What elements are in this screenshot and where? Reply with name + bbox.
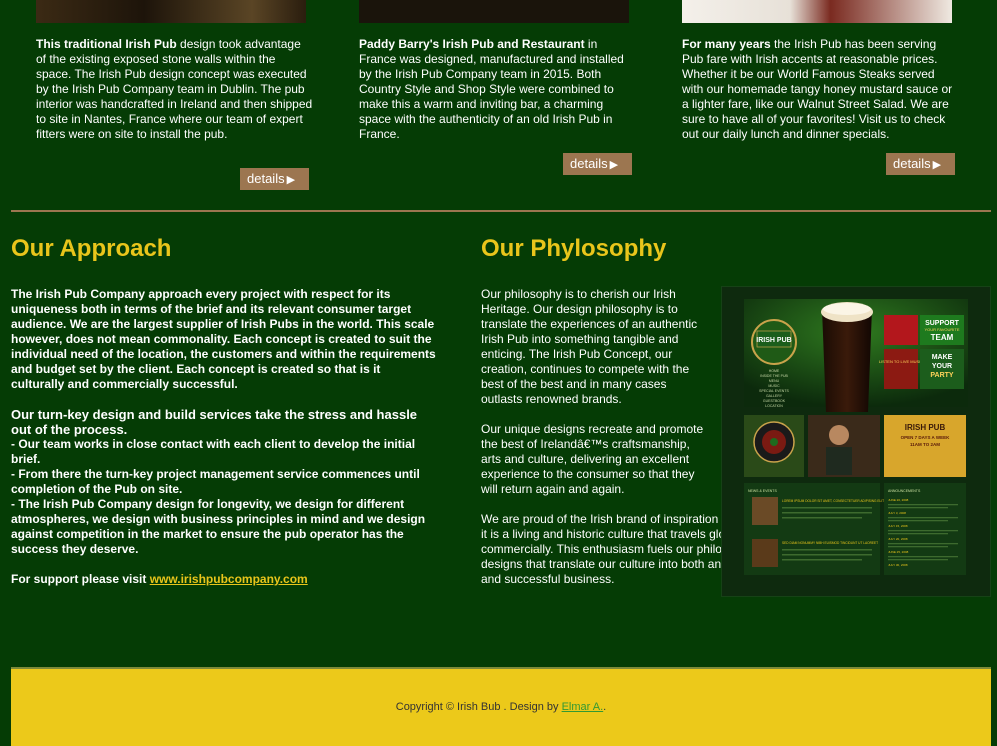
details-label: details: [893, 156, 931, 171]
svg-text:HOME: HOME: [769, 369, 780, 373]
svg-text:YOUR: YOUR: [932, 363, 952, 370]
svg-text:SPECIAL EVENTS: SPECIAL EVENTS: [759, 389, 789, 393]
svg-text:OPEN 7 DAYS A WEEK: OPEN 7 DAYS A WEEK: [901, 435, 951, 440]
approach-bullet: - From there the turn-key project manage…: [11, 467, 420, 496]
arrow-right-icon: ▶: [932, 159, 942, 171]
project-image-1[interactable]: [36, 0, 306, 23]
svg-text:INSIDE THE PUB: INSIDE THE PUB: [760, 374, 788, 378]
svg-text:JULY 30, 2008: JULY 30, 2008: [888, 563, 908, 567]
svg-text:JUNE 20, 2008: JUNE 20, 2008: [888, 498, 909, 502]
support-link[interactable]: www.irishpubcompany.com: [150, 572, 308, 586]
philosophy-paragraph: Our unique designs recreate and promote …: [481, 422, 704, 496]
svg-text:LOCATION: LOCATION: [765, 404, 783, 408]
approach-subheading: Our turn-key design and build services t…: [11, 407, 418, 437]
approach-bullet: - Our team works in close contact with e…: [11, 437, 416, 466]
project-body: in France was designed, manufactured and…: [359, 37, 624, 141]
project-lead: This traditional Irish Pub: [36, 37, 177, 51]
svg-text:MUSIC: MUSIC: [768, 384, 780, 388]
footer: Copyright © Irish Bub . Design by Elmar …: [11, 667, 991, 746]
website-template-image[interactable]: IRISH PUB HOME INSIDE THE PUB MENU MUSIC…: [721, 286, 991, 597]
svg-text:SED DIAM NONUMMY NIBH EUISMOD: SED DIAM NONUMMY NIBH EUISMOD TINCIDUNT …: [782, 541, 878, 545]
copyright-text: Copyright © Irish Bub . Design by: [395, 701, 562, 713]
svg-text:JULY 3, 2008: JULY 3, 2008: [888, 511, 906, 515]
svg-text:PARTY: PARTY: [930, 372, 954, 379]
svg-text:NEWS & EVENTS: NEWS & EVENTS: [748, 489, 777, 493]
svg-text:YOUR FAVOURITE: YOUR FAVOURITE: [924, 327, 959, 332]
svg-text:LOREM IPSUM DOLOR SIT AMET, CO: LOREM IPSUM DOLOR SIT AMET, CONSECTETUER…: [782, 499, 884, 503]
project-body: design took advantage of the existing ex…: [36, 37, 313, 141]
approach-intro: The Irish Pub Company approach every pro…: [11, 287, 436, 391]
svg-text:LISTEN TO LIVE MUSIC: LISTEN TO LIVE MUSIC: [879, 359, 923, 364]
details-button-1[interactable]: details ▶: [240, 168, 309, 190]
details-button-2[interactable]: details ▶: [563, 153, 632, 175]
project-image-2[interactable]: [359, 0, 629, 23]
svg-text:11AM TO 2AM: 11AM TO 2AM: [910, 442, 940, 447]
svg-text:IRISH PUB: IRISH PUB: [905, 423, 946, 432]
svg-text:MENU: MENU: [769, 379, 780, 383]
approach-heading: Our Approach: [11, 235, 172, 262]
svg-text:JULY 20, 2008: JULY 20, 2008: [888, 537, 908, 541]
svg-text:SUPPORT: SUPPORT: [925, 320, 960, 327]
svg-text:JULY 15, 2008: JULY 15, 2008: [888, 524, 908, 528]
template-logo-text: IRISH PUB: [756, 337, 791, 344]
svg-text:MAKE: MAKE: [932, 354, 953, 361]
arrow-right-icon: ▶: [286, 174, 296, 186]
project-body: the Irish Pub has been serving Pub fare …: [682, 37, 953, 141]
project-description-3: For many years the Irish Pub has been se…: [682, 37, 958, 142]
support-line: For support please visit www.irishpubcom…: [11, 572, 436, 587]
svg-text:ANNOUNCEMENTS: ANNOUNCEMENTS: [888, 489, 921, 493]
project-description-1: This traditional Irish Pub design took a…: [36, 37, 314, 142]
project-image-3[interactable]: [682, 0, 952, 23]
project-description-2: Paddy Barry's Irish Pub and Restaurant i…: [359, 37, 635, 142]
copyright-end: .: [603, 701, 607, 713]
svg-text:JUNE 25, 2008: JUNE 25, 2008: [888, 550, 909, 554]
details-button-3[interactable]: details ▶: [886, 153, 955, 175]
copyright: Copyright © Irish Bub . Design by Elmar …: [11, 701, 991, 713]
author-link[interactable]: Elmar A.: [562, 701, 604, 713]
section-divider: [11, 210, 991, 212]
svg-text:TEAM: TEAM: [931, 333, 954, 342]
project-lead: Paddy Barry's Irish Pub and Restaurant: [359, 37, 585, 51]
details-label: details: [570, 156, 608, 171]
arrow-right-icon: ▶: [609, 159, 619, 171]
support-text: For support please visit: [11, 572, 150, 586]
svg-text:GALLERY: GALLERY: [766, 394, 783, 398]
philosophy-heading: Our Phylosophy: [481, 235, 667, 262]
svg-text:GUESTBOOK: GUESTBOOK: [763, 399, 786, 403]
approach-section: The Irish Pub Company approach every pro…: [11, 287, 436, 587]
project-lead: For many years: [682, 37, 771, 51]
approach-bullet: - The Irish Pub Company design for longe…: [11, 497, 426, 556]
details-label: details: [247, 171, 285, 186]
template-preview-graphic: IRISH PUB HOME INSIDE THE PUB MENU MUSIC…: [722, 287, 990, 596]
philosophy-paragraph: Our philosophy is to cherish our Irish H…: [481, 287, 698, 406]
